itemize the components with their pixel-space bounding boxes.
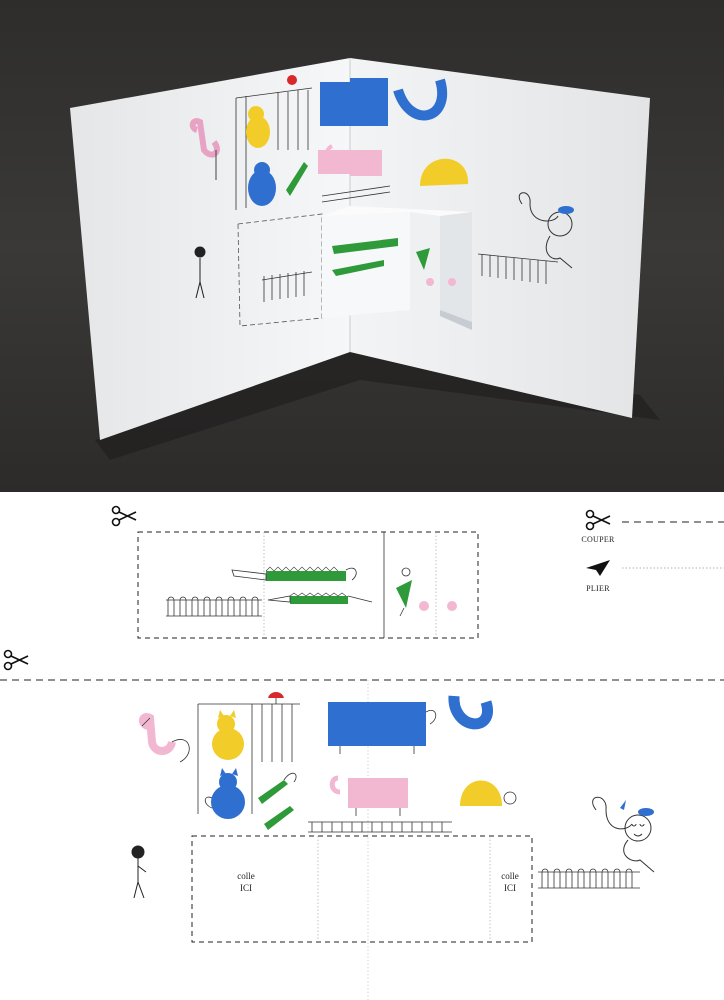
glue-label-right-line2: ICI bbox=[504, 883, 516, 893]
glue-label-left: colle ICI bbox=[224, 870, 268, 894]
popup-card-photo bbox=[0, 0, 724, 492]
insert-pink-bird-1 bbox=[419, 601, 429, 611]
cut-legend-label: COUPER bbox=[581, 535, 615, 544]
main-blue-elephant bbox=[328, 702, 426, 746]
main-pink-pig bbox=[348, 778, 408, 808]
insert-pink-bird-2 bbox=[447, 601, 457, 611]
glue-label-left-line2: ICI bbox=[240, 883, 252, 893]
glue-label-left-line1: colle bbox=[237, 871, 255, 881]
fold-legend-label: PLIER bbox=[586, 584, 610, 593]
glue-label-right-line1: colle bbox=[501, 871, 519, 881]
popup-box-right bbox=[440, 212, 472, 322]
printable-template bbox=[0, 492, 724, 1000]
glue-label-right: colle ICI bbox=[488, 870, 532, 894]
